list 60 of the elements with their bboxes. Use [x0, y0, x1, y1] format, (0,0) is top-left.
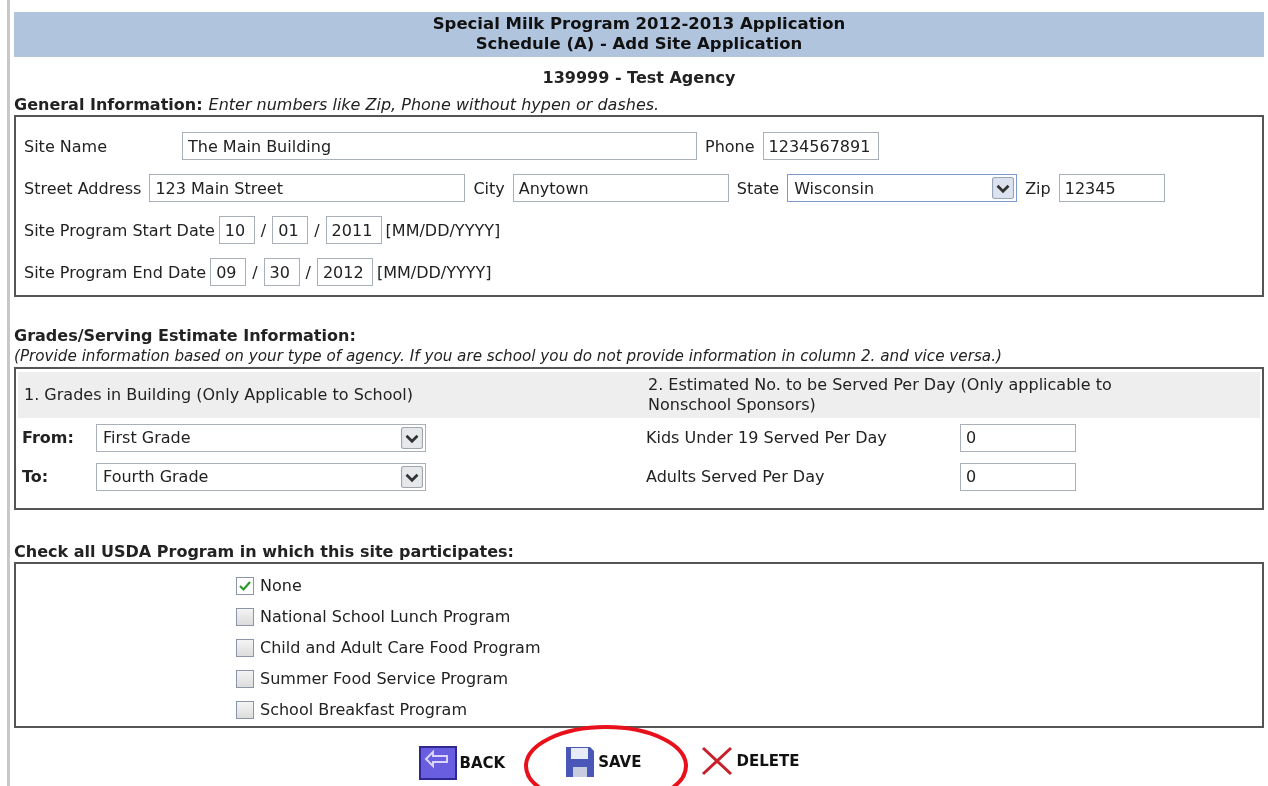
date-separator: / — [252, 262, 258, 282]
date-separator: / — [314, 220, 320, 240]
adults-served-field[interactable]: 0 — [960, 462, 1076, 491]
checkbox[interactable] — [236, 607, 254, 626]
checkbox-label: National School Lunch Program — [260, 607, 511, 626]
page-subtitle: Schedule (A) - Add Site Application — [474, 34, 804, 54]
field-label: City — [473, 178, 505, 198]
delete-button[interactable]: DELETE — [701, 746, 800, 776]
agency-name: 139999 - Test Agency — [541, 68, 737, 88]
day-field[interactable]: 01 — [272, 216, 309, 244]
date-format-hint: [MM/DD/YYYY] — [376, 262, 492, 282]
year-field[interactable]: 2012 — [316, 258, 373, 286]
city-field[interactable]: Anytown — [512, 174, 729, 202]
field-label: Phone — [705, 136, 755, 156]
back-button[interactable]: BACK — [418, 746, 506, 780]
column-header: 1. Grades in Building (Only Applicable to School) — [23, 384, 414, 406]
checkbox[interactable] — [236, 638, 254, 657]
column-header: 2. Estimated No. to be Served Per Day (Only applicable to Nonschool Sponsors) — [647, 374, 1113, 416]
to-grade-dropdown[interactable]: Fourth Grade — [96, 462, 426, 491]
site-name-field[interactable]: The Main Building — [182, 132, 697, 160]
phone-field[interactable]: 1234567891 — [762, 132, 879, 160]
checkbox-label: None — [260, 576, 302, 595]
day-field[interactable]: 30 — [263, 258, 300, 286]
caret-icon — [401, 426, 423, 449]
checkbox-label: School Breakfast Program — [260, 700, 467, 719]
checkbox-label: Child and Adult Care Food Program — [260, 638, 541, 657]
field-label: Street Address — [24, 178, 142, 198]
checkbox[interactable] — [236, 700, 254, 719]
checkbox[interactable] — [236, 669, 254, 688]
field-label: From: — [22, 428, 75, 447]
checkbox-label: Summer Food Service Program — [260, 669, 509, 688]
month-field[interactable]: 09 — [210, 258, 247, 286]
close-icon — [701, 746, 734, 776]
date-format-hint: [MM/DD/YYYY] — [385, 220, 501, 240]
field-label: Site Name — [24, 136, 108, 156]
street-address-field[interactable]: 123 Main Street — [149, 174, 466, 202]
field-label: State — [736, 178, 780, 198]
section-heading: General Information: — [14, 95, 203, 115]
kids-served-field[interactable]: 0 — [960, 423, 1076, 452]
caret-icon — [992, 177, 1015, 199]
date-separator: / — [260, 220, 267, 240]
field-label: Zip — [1025, 178, 1051, 198]
section-heading: Grades/Serving Estimate Information: — [14, 326, 356, 345]
field-label: Site Program Start Date — [24, 220, 215, 240]
state-dropdown[interactable]: Wisconsin — [787, 174, 1018, 202]
section-note: Enter numbers like Zip, Phone without hypen or dashes. — [208, 95, 660, 115]
from-grade-dropdown[interactable]: First Grade — [96, 423, 426, 452]
field-label: Site Program End Date — [24, 262, 207, 282]
zip-field[interactable]: 12345 — [1058, 174, 1165, 202]
date-separator: / — [305, 262, 311, 282]
section-note: (Provide information based on your type of agency. If you are school you do not provide information in column 2. and vice versa.) — [14, 346, 1003, 367]
caret-icon — [401, 465, 423, 488]
year-field[interactable]: 2011 — [325, 216, 382, 244]
checkbox[interactable] — [236, 576, 254, 595]
month-field[interactable]: 10 — [218, 216, 255, 244]
section-heading: Check all USDA Program in which this site participates: — [14, 542, 514, 561]
field-label: To: — [22, 467, 50, 486]
field-label: Kids Under 19 Served Per Day — [646, 428, 888, 447]
field-label: Adults Served Per Day — [646, 467, 826, 486]
page-title: Special Milk Program 2012-2013 Application — [431, 14, 847, 34]
